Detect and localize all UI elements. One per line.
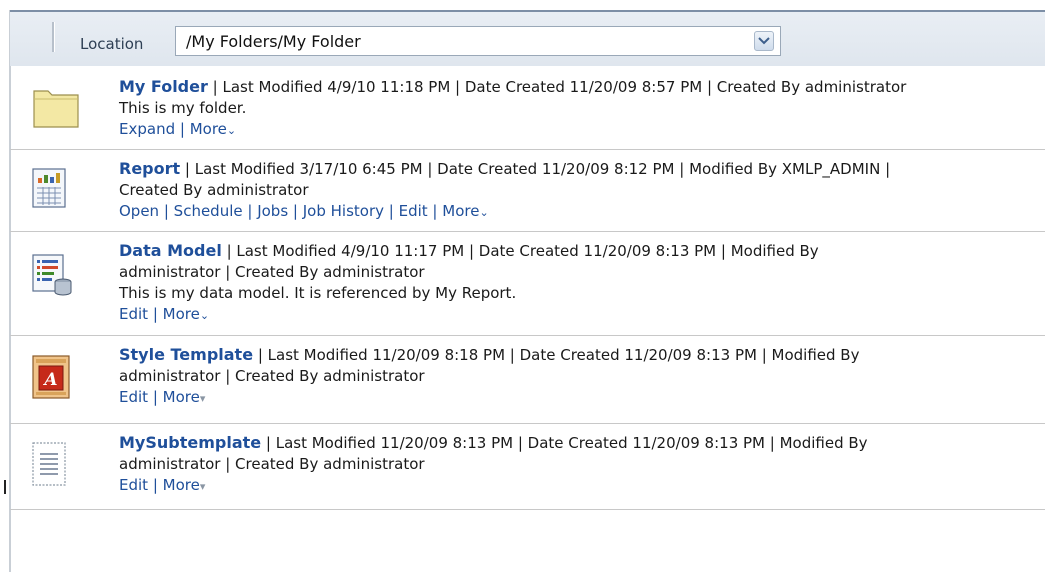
jobs-link[interactable]: Jobs [257, 202, 288, 220]
catalog-item-data-model: Data Model | Last Modified 4/9/10 11:17 … [10, 232, 1045, 336]
chevron-down-icon: ⌄ [199, 309, 210, 322]
more-label[interactable]: More [163, 305, 200, 323]
item-metadata-cont: administrator | Created By administrator [119, 367, 425, 385]
item-metadata-cont: administrator | Created By administrator [119, 263, 425, 281]
more-link[interactable]: More⌄ [442, 202, 488, 220]
item-title[interactable]: Report [119, 159, 180, 178]
item-metadata: | Last Modified 4/9/10 11:18 PM | Date C… [207, 78, 907, 96]
subtemplate-icon [32, 442, 66, 490]
location-label: Location [80, 35, 144, 53]
svg-text:A: A [42, 370, 57, 390]
more-label[interactable]: More [190, 120, 227, 138]
location-value: /My Folders/My Folder [186, 31, 361, 51]
item-title[interactable]: MySubtemplate [119, 433, 261, 452]
item-metadata: | Last Modified 3/17/10 6:45 PM | Date C… [180, 160, 891, 178]
edit-link[interactable]: Edit [119, 476, 148, 494]
edit-link[interactable]: Edit [119, 305, 148, 323]
schedule-link[interactable]: Schedule [174, 202, 243, 220]
folder-icon [32, 83, 80, 133]
expand-link[interactable]: Expand [119, 120, 175, 138]
toolbar-grip [52, 22, 55, 52]
location-select[interactable]: /My Folders/My Folder [175, 26, 781, 56]
item-title[interactable]: Data Model [119, 241, 222, 260]
item-description: This is my folder. [119, 99, 247, 117]
item-metadata: | Last Modified 4/9/10 11:17 PM | Date C… [221, 242, 819, 260]
location-toolbar: Location /My Folders/My Folder [10, 10, 1045, 66]
caret-down-icon: ▾ [199, 480, 206, 493]
edit-link[interactable]: Edit [399, 202, 428, 220]
report-icon [32, 168, 66, 212]
open-link[interactable]: Open [119, 202, 159, 220]
item-title[interactable]: Style Template [119, 345, 253, 364]
more-link[interactable]: More▾ [163, 388, 206, 406]
more-label[interactable]: More [442, 202, 479, 220]
left-marker [4, 480, 6, 494]
chevron-down-icon: ⌄ [479, 206, 489, 219]
more-link[interactable]: More⌄ [190, 120, 236, 138]
more-label[interactable]: More [163, 476, 200, 494]
job-history-link[interactable]: Job History [303, 202, 384, 220]
item-metadata-cont: administrator | Created By administrator [119, 455, 425, 473]
chevron-down-icon[interactable] [754, 31, 774, 51]
caret-down-icon: ▾ [199, 392, 206, 405]
edit-link[interactable]: Edit [119, 388, 148, 406]
catalog-item-report: Report | Last Modified 3/17/10 6:45 PM |… [10, 150, 1045, 232]
catalog-item-style-template: A Style Template | Last Modified 11/20/0… [10, 336, 1045, 424]
more-link[interactable]: More⌄ [163, 305, 209, 323]
style-template-icon: A [32, 355, 70, 403]
item-description: This is my data model. It is referenced … [119, 284, 517, 302]
data-model-icon [32, 254, 72, 300]
item-metadata: | Last Modified 11/20/09 8:18 PM | Date … [253, 346, 860, 364]
chevron-down-icon: ⌄ [226, 124, 237, 137]
more-label[interactable]: More [163, 388, 200, 406]
catalog-item-subtemplate: MySubtemplate | Last Modified 11/20/09 8… [10, 424, 1045, 510]
item-metadata-cont: Created By administrator [119, 181, 309, 199]
more-link[interactable]: More▾ [163, 476, 206, 494]
item-title[interactable]: My Folder [119, 77, 208, 96]
item-metadata: | Last Modified 11/20/09 8:13 PM | Date … [261, 434, 868, 452]
catalog-item-my-folder: My Folder | Last Modified 4/9/10 11:18 P… [10, 68, 1045, 150]
